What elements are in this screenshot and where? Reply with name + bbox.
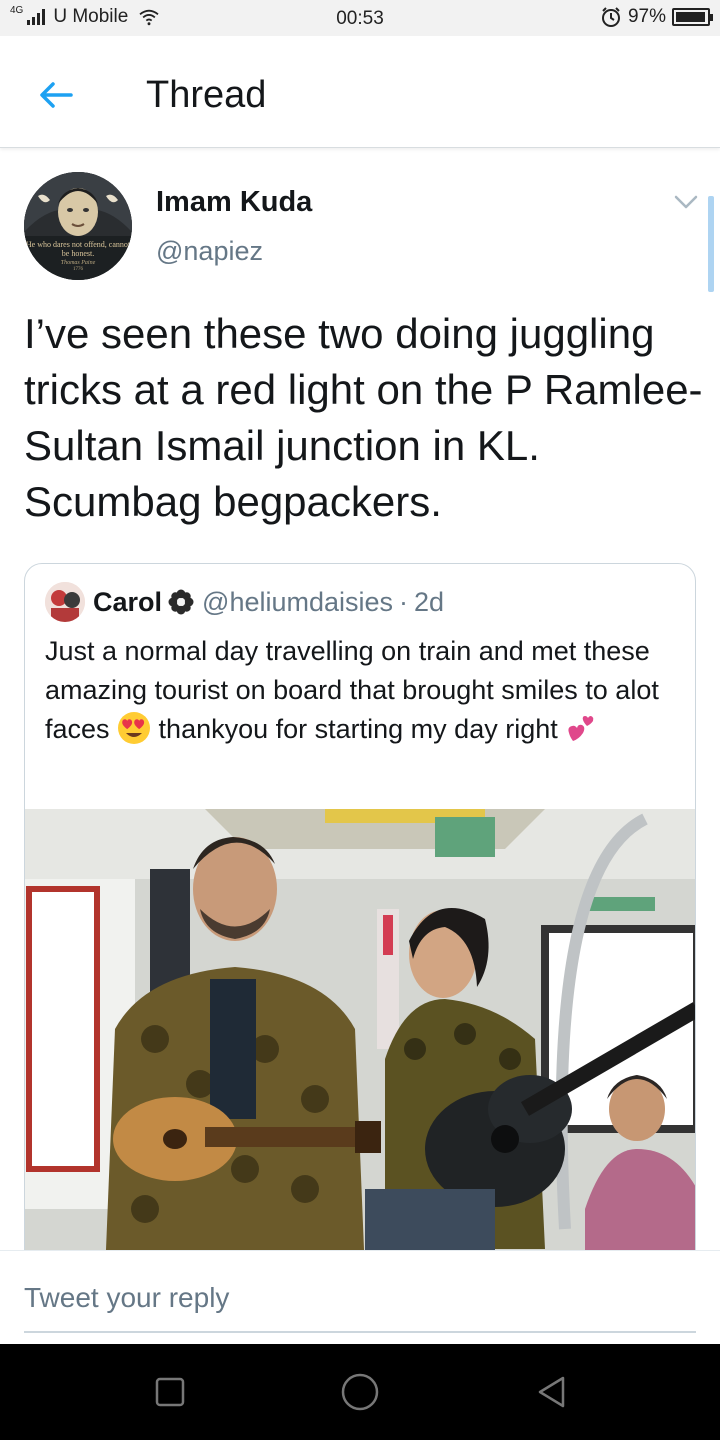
status-right: 97% [600,6,713,28]
quoted-tweet-text: Just a normal day travelling on train an… [45,632,675,749]
quoted-timestamp: 2d [414,586,445,617]
battery-percent: 97% [627,6,666,27]
author-handle[interactable]: @napiez [156,236,263,267]
quoted-text-part2: thankyou for starting my day right [151,714,566,744]
quoted-author-avatar [45,582,85,622]
status-bar: 4G U Mobile 00:53 97% [0,0,720,36]
avatar-signature: Thomas Paine [60,260,96,266]
battery-fill [676,12,706,22]
alarm-icon [601,7,620,27]
quoted-author-name: Carol [93,586,163,617]
back-button[interactable] [30,72,82,118]
recents-button[interactable] [148,1370,192,1414]
home-button[interactable] [338,1370,382,1414]
video-frame-image [25,809,695,1272]
avatar-quote: He who dares not offend, cannot be hones… [25,240,131,258]
system-nav-bar [0,1344,720,1440]
author-name[interactable]: Imam Kuda [156,186,312,219]
scroll-indicator [708,196,714,292]
back-nav-button[interactable] [530,1370,574,1414]
quoted-video-thumbnail[interactable] [25,809,695,1272]
quoted-author-handle: @heliumdaisies [202,586,394,617]
author-avatar[interactable]: He who dares not offend, cannot be hones… [24,172,132,280]
reply-bar: Tweet your reply [0,1250,720,1344]
two-hearts-emoji [568,716,594,741]
reply-input[interactable]: Tweet your reply [24,1275,696,1333]
back-icon [538,1376,565,1408]
heart-eyes-emoji [118,712,151,744]
flower-icon [168,589,194,615]
app-header: Thread [0,36,720,148]
chevron-down-icon[interactable] [672,192,700,212]
quoted-separator: · [399,586,409,617]
battery-icon [672,8,713,26]
home-icon [341,1373,379,1411]
quoted-tweet[interactable]: Carol @heliumdaisies · 2d Just a normal … [24,563,696,1273]
quoted-avatar-image [45,582,85,622]
tweet-text: I’ve seen these two doing juggling trick… [24,310,703,525]
page-title: Thread [146,74,267,116]
arrow-left-icon [40,82,73,108]
recents-icon [155,1377,185,1407]
avatar-year: 1776 [73,267,83,272]
quoted-tweet-header: Carol @heliumdaisies · 2d [45,582,444,622]
